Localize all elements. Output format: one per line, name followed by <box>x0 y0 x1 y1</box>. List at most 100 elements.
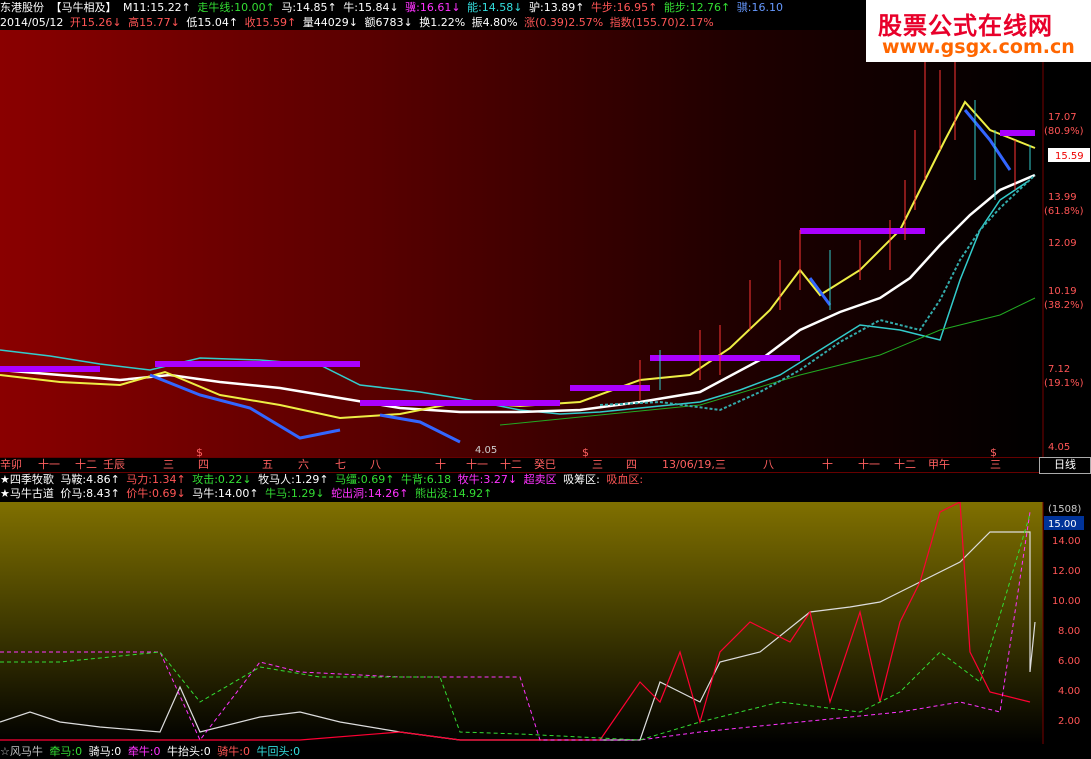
current-price-label: 15.59 <box>1055 151 1084 162</box>
date-label: 甲午 <box>928 458 950 471</box>
date-label: 三 <box>163 458 174 471</box>
footer-item: 牵马:0 <box>49 745 83 758</box>
high-value: 高15.77↓ <box>128 16 180 29</box>
indicator-count-label: (1508) <box>1048 504 1081 515</box>
indicator-current-label: 15.00 <box>1048 519 1077 530</box>
indicator2-item: 马牛:14.00↑ <box>192 487 259 500</box>
purple-band-4 <box>570 385 650 391</box>
turnover-value: 换1.22% <box>419 16 466 29</box>
indicator1-item: 攻击:0.22↓ <box>192 473 252 486</box>
date-label: 十 <box>435 458 446 471</box>
lu-value: 驴:13.89↑ <box>529 1 585 14</box>
indicator1-item: 超卖区 <box>523 473 557 486</box>
date-label: 十一 <box>38 458 60 471</box>
indicator2-item: 熊出没:14.92↑ <box>414 487 493 500</box>
m11-value: M11:15.22↑ <box>123 1 191 14</box>
date-label: 十二 <box>75 458 97 471</box>
purple-band-1 <box>0 366 100 372</box>
purple-band-2 <box>155 361 360 367</box>
date-label: 四 <box>626 458 637 471</box>
indicator-axis-label: 2.00 <box>1058 716 1080 727</box>
date-label: 八 <box>763 458 774 471</box>
date-label: 三 <box>990 458 1001 471</box>
price-label-61-8: (61.8%) <box>1044 206 1084 217</box>
price-label-38-2: (38.2%) <box>1044 300 1084 311</box>
quote-date: 2014/05/12 <box>0 16 64 29</box>
indicator2-item: 蛇出洞:14.26↑ <box>331 487 409 500</box>
open-value: 开15.26↓ <box>69 16 122 29</box>
indicator-axis-label: 6.00 <box>1058 656 1080 667</box>
s-mark-1: $ <box>196 446 203 459</box>
date-label: 十一 <box>858 458 880 471</box>
footer-title[interactable]: ☆风马牛 <box>0 745 43 758</box>
indicator1-title[interactable]: ★四季牧歌 <box>0 473 54 486</box>
index-change-value: 指数(155.70)2.17% <box>609 16 714 29</box>
purple-band-5 <box>650 355 800 361</box>
date-label: 七 <box>335 458 346 471</box>
indicator1-item: 吸血区: <box>606 473 644 486</box>
indicator-axis-label: 8.00 <box>1058 626 1080 637</box>
price-label-10-19: 10.19 <box>1048 286 1077 297</box>
indicator-name[interactable]: 【马牛相及】 <box>51 1 117 14</box>
footer-item: 牛回头:0 <box>256 745 301 758</box>
indicator-chart[interactable]: (1508) 15.00 14.00 12.00 10.00 8.00 6.00… <box>0 502 1091 744</box>
footer-item: 牵牛:0 <box>127 745 161 758</box>
indicator-background <box>0 502 1043 744</box>
change-value: 涨(0.39)2.57% <box>524 16 604 29</box>
niu-value: 牛:15.84↓ <box>343 1 399 14</box>
low-value: 低15.04↑ <box>186 16 239 29</box>
neng-value: 能:14.58↓ <box>467 1 523 14</box>
date-label: 十二 <box>500 458 522 471</box>
date-label: 十二 <box>894 458 916 471</box>
footer-row: ☆风马牛 牵马:0 骑马:0 牵牛:0 牛抬头:0 骑牛:0 牛回头:0 <box>0 744 1091 759</box>
purple-band-3 <box>360 400 560 406</box>
watermark-url: www.gsgx.com.cn <box>882 36 1075 58</box>
indicator2-item: 价马:8.43↑ <box>60 487 120 500</box>
date-label: 四 <box>198 458 209 471</box>
price-label-12-09: 12.09 <box>1048 238 1077 249</box>
price-label-7-12: 7.12 <box>1048 364 1070 375</box>
date-label: 六 <box>298 458 309 471</box>
date-label: 壬辰 <box>103 458 125 471</box>
indicator2-item: 价牛:0.69↓ <box>126 487 186 500</box>
low-marker-label: 4.05 <box>475 445 497 456</box>
neng-bu-value: 能步:12.76↑ <box>663 1 731 14</box>
indicator2-title[interactable]: ★马牛古道 <box>0 487 54 500</box>
date-label: 三 <box>592 458 603 471</box>
indicator-axis-label: 12.00 <box>1052 566 1081 577</box>
indicator-axis-label: 4.00 <box>1058 686 1080 697</box>
indicator1-item: 牧马人:1.29↑ <box>258 473 329 486</box>
indicator1-item: 马缰:0.69↑ <box>335 473 395 486</box>
indicator1-item: 牧牛:3.27↓ <box>457 473 518 486</box>
amplitude-value: 振4.80% <box>471 16 518 29</box>
ji-value: 骥:16.61↓ <box>405 1 461 14</box>
amount-value: 额6783↓ <box>364 16 413 29</box>
indicator1-item: 吸筹区: <box>563 473 600 486</box>
price-chart[interactable]: 4.05 17.07 (80.9%) 15.59 13.99 (61.8%) 1… <box>0 30 1091 457</box>
date-label: 13/06/19,三 <box>662 458 726 471</box>
purple-band-6 <box>800 228 925 234</box>
date-label: 八 <box>370 458 381 471</box>
date-label: 癸巳 <box>534 458 556 471</box>
price-label-17-07: 17.07 <box>1048 112 1077 123</box>
indicator2-item: 牛马:1.29↓ <box>265 487 325 500</box>
s-mark-2: $ <box>582 446 589 459</box>
indicator1-item: 马鞍:4.86↑ <box>60 473 120 486</box>
indicator1-item: 马力:1.34↑ <box>126 473 186 486</box>
footer-item: 骑马:0 <box>88 745 122 758</box>
date-axis: 辛卯 十一 十二 壬辰 三 四 五 六 七 八 十 十一 十二 癸巳 三 四 1… <box>0 446 1091 473</box>
date-label: 十 <box>822 458 833 471</box>
watermark: 股票公式在线网 www.gsgx.com.cn <box>866 0 1091 62</box>
date-label: 五 <box>262 458 273 471</box>
indicator2-row: ★马牛古道 价马:8.43↑ 价牛:0.69↓ 马牛:14.00↑ 牛马:1.2… <box>0 486 1091 501</box>
indicator1-row: ★四季牧歌 马鞍:4.86↑ 马力:1.34↑ 攻击:0.22↓ 牧马人:1.2… <box>0 472 1091 487</box>
volume-value: 量44029↓ <box>302 16 358 29</box>
ma-value: 马:14.85↑ <box>281 1 337 14</box>
price-label-19-1: (19.1%) <box>1044 378 1084 389</box>
quote-header-row-2: 2014/05/12 开15.26↓ 高15.77↓ 低15.04↑ 收15.5… <box>0 15 866 30</box>
stock-name[interactable]: 东港股份 <box>0 1 44 14</box>
price-label-80-9: (80.9%) <box>1044 126 1084 137</box>
quote-header-row-1: 东港股份 【马牛相及】 M11:15.22↑ 走牛线:10.00↑ 马:14.8… <box>0 0 866 15</box>
date-label: 十一 <box>466 458 488 471</box>
close-value: 收15.59↑ <box>244 16 297 29</box>
